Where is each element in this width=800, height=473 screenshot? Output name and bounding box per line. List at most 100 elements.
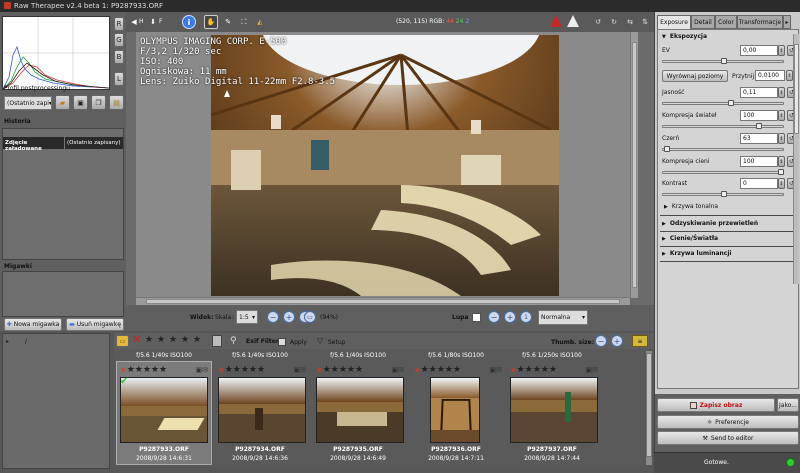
thumbnail-image[interactable] (120, 377, 208, 443)
history-row[interactable]: Zdjęcie załadowane (Ostatnio zapisany) (3, 137, 123, 152)
copy-profile-icon[interactable]: ❐ (91, 95, 106, 110)
thumb-zoom-out-icon[interactable]: − (595, 335, 607, 347)
thumbnail-image[interactable] (430, 377, 480, 443)
tab-exposure[interactable]: Exposure (657, 15, 691, 29)
new-snapshot-button[interactable]: ✚ Nowa migawka (4, 318, 62, 331)
rotate-left-icon[interactable]: ↺ (592, 15, 604, 29)
star-filter-icon[interactable]: ★ (157, 336, 165, 345)
crop-tool-icon[interactable]: ⛶ (238, 15, 250, 29)
loupe-zoom-100-icon[interactable]: 1 (520, 311, 532, 323)
loupe-zoom-out-icon[interactable]: − (488, 311, 500, 323)
zoom-in-icon[interactable]: + (283, 311, 295, 323)
zoom-out-icon[interactable]: − (267, 311, 279, 323)
canvas-horizontal-scrollbar[interactable] (136, 297, 630, 305)
star-rating-icon[interactable]: ★★★★★ (323, 365, 363, 375)
shadow-compression-input[interactable]: 100 (740, 156, 778, 167)
shadows-highlights-section[interactable]: ▶ Cienie/Światła (662, 235, 718, 242)
flip-horizontal-icon[interactable]: ⇆ (624, 15, 636, 29)
loupe-zoom-in-icon[interactable]: + (504, 311, 516, 323)
reject-icon[interactable]: ✕ (510, 366, 517, 375)
reject-icon[interactable]: ✕ (316, 366, 323, 375)
black-input[interactable]: 63 (740, 133, 778, 144)
canvas-horizontal-scroll-thumb[interactable] (146, 299, 620, 304)
delete-snapshot-button[interactable]: ▬ Usuń migawkę (66, 318, 124, 331)
filter-icon[interactable]: ⚲ (230, 335, 242, 347)
setup-label[interactable]: Setup (328, 339, 345, 346)
loupe-checkbox[interactable] (472, 313, 481, 322)
layout-toggle-icon[interactable]: ≡ (632, 335, 648, 347)
star-filter-icon[interactable]: ★ (169, 336, 177, 345)
star-filter-icon[interactable]: ★ (145, 336, 153, 345)
directory-tree[interactable]: ▸ / (2, 333, 110, 469)
tab-color[interactable]: Color (715, 15, 737, 29)
brightness-input[interactable]: 0,11 (740, 87, 778, 98)
thumb-zoom-in-icon[interactable]: + (611, 335, 623, 347)
paste-profile-icon[interactable]: ▤ (109, 95, 124, 110)
funnel-icon[interactable]: ▽ (317, 336, 323, 346)
star-filter-icon[interactable]: ★ (193, 336, 201, 345)
highlight-compression-slider[interactable] (662, 123, 784, 129)
star-rating-icon[interactable]: ★★★★★ (225, 365, 265, 375)
reject-icon[interactable]: ✕ (414, 366, 421, 375)
histogram-red-toggle[interactable]: R (114, 17, 124, 31)
contrast-spin-icon[interactable]: ⇕ (778, 178, 785, 189)
arrow-left-icon[interactable]: ◀ (130, 16, 138, 28)
shadow-clipping-icon[interactable] (567, 15, 579, 27)
histogram-blue-toggle[interactable]: B (114, 50, 124, 64)
thumb-tools-icon[interactable]: ▣✉ (586, 366, 598, 374)
thumbnail-image[interactable] (316, 377, 404, 443)
tree-expander-icon[interactable]: ▸ (6, 338, 9, 345)
white-balance-picker-icon[interactable]: ✎ (222, 15, 234, 29)
save-image-button[interactable]: Zapisz obraz (657, 398, 775, 412)
right-panel-scroll-thumb[interactable] (794, 44, 799, 134)
highlight-clipping-icon[interactable] (550, 15, 562, 27)
reject-icon[interactable]: ✕ (120, 366, 127, 375)
hand-tool-icon[interactable]: ✋ (204, 15, 218, 29)
exposure-section-header[interactable]: ▼ Ekspozycja (662, 33, 707, 40)
tab-transform[interactable]: Transformacje (737, 15, 783, 29)
highlight-compression-input[interactable]: 100 (740, 110, 778, 121)
black-slider-knob[interactable] (664, 146, 670, 152)
preferences-button[interactable]: ✱ Preferencje (657, 415, 799, 429)
straighten-tool-icon[interactable]: ◭ (254, 15, 266, 29)
flip-vertical-icon[interactable]: ⇅ (639, 15, 651, 29)
reject-icon[interactable]: ✕ (218, 366, 225, 375)
folder-icon[interactable]: ▭ (116, 335, 129, 347)
info-icon[interactable]: i (182, 15, 196, 29)
highlight-recovery-section[interactable]: ▶ Odzyskiwanie przewietleń (662, 220, 758, 227)
brightness-slider-knob[interactable] (728, 100, 734, 106)
brightness-spin-icon[interactable]: ⇕ (778, 87, 785, 98)
highlight-compression-slider-knob[interactable] (756, 123, 762, 129)
thumbnail-scroll-thumb[interactable] (646, 353, 652, 457)
star-rating-icon[interactable]: ★★★★★ (127, 365, 167, 375)
zoom-fit-icon[interactable]: ▭ (304, 311, 316, 323)
rotate-right-icon[interactable]: ↻ (608, 15, 620, 29)
shadow-compression-slider[interactable] (662, 169, 784, 175)
histogram-luma-toggle[interactable]: L (114, 72, 124, 86)
ev-slider[interactable] (662, 58, 784, 64)
tab-scroll-icon[interactable]: ▸ (783, 15, 791, 29)
contrast-slider-knob[interactable] (721, 191, 727, 197)
thumbnail-image[interactable] (218, 377, 306, 443)
thumb-tools-icon[interactable]: ▣✉ (196, 366, 208, 374)
directory-path[interactable]: / (25, 338, 27, 345)
arrow-down-icon[interactable]: ⬇ (148, 16, 158, 28)
auto-levels-button[interactable]: Wyrównaj poziomy (662, 70, 728, 82)
clip-input[interactable]: 0,0100 (755, 70, 785, 81)
star-rating-icon[interactable]: ★★★★★ (421, 365, 461, 375)
contrast-input[interactable]: 0 (740, 178, 778, 189)
ev-input[interactable]: 0,00 (740, 45, 778, 56)
canvas-vertical-scroll-thumb[interactable] (632, 42, 637, 288)
apply-checkbox[interactable] (278, 338, 286, 346)
send-to-editor-button[interactable]: ⚒ Send to editor (657, 431, 799, 445)
trash-icon[interactable] (212, 335, 222, 347)
luminance-curve-section[interactable]: ▶ Krzywa luminancji (662, 250, 731, 257)
image-canvas[interactable]: OLYMPUS IMAGING CORP. E-500 F/3,2 1/320 … (136, 32, 630, 298)
thumb-tools-icon[interactable]: ▣✉ (392, 366, 404, 374)
star-rating-icon[interactable]: ★★★★★ (517, 365, 557, 375)
scale-select[interactable]: 1:5 ▾ (236, 310, 258, 324)
thumb-tools-icon[interactable]: ▣✉ (490, 366, 502, 374)
save-profile-icon[interactable]: ▣ (73, 95, 88, 110)
open-profile-icon[interactable]: ▰ (55, 95, 70, 110)
tab-detail[interactable]: Detail (691, 15, 715, 29)
